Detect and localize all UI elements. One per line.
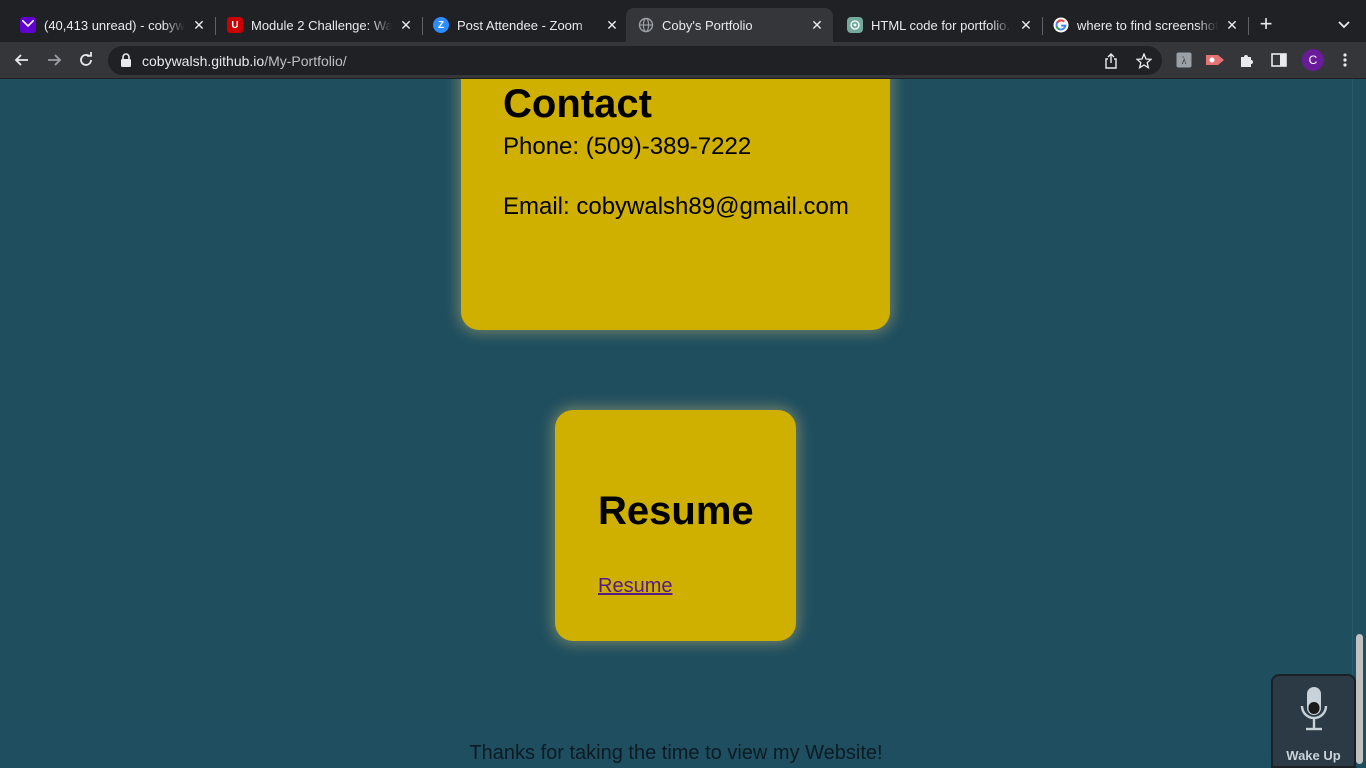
back-arrow-icon[interactable] [10,48,34,72]
chatgpt-icon [847,17,863,33]
resume-card: Resume Resume [555,410,796,641]
microphone-icon [1300,687,1328,731]
resume-link[interactable]: Resume [598,575,672,598]
reload-icon[interactable] [74,48,98,72]
contact-phone: Phone: (509)-389-7222 [503,133,752,160]
tab-yahoo-mail[interactable]: (40,413 unread) - cobywalsh89@gmail.com … [0,8,216,42]
tab-cobys-portfolio[interactable]: Coby's Portfolio ✕ [626,8,833,42]
bookmark-star-icon[interactable] [1134,51,1154,71]
url-path: /My-Portfolio/ [264,53,347,69]
new-tab-button[interactable]: + [1254,13,1278,37]
contact-email: Email: cobywalsh89@gmail.com [503,193,849,220]
resume-heading: Resume [598,489,754,533]
svg-text:λ: λ [1182,56,1187,67]
tab-title: Post Attendee - Zoom [457,17,583,33]
tab-title: HTML code for portfolio. [871,17,1010,33]
extension-record-icon[interactable] [1205,50,1225,70]
tab-search-chevron-icon[interactable] [1333,14,1355,36]
globe-icon [638,17,654,33]
contact-card: Contact Phone: (509)-389-7222 Email: cob… [461,79,890,330]
extensions-puzzle-icon[interactable] [1237,50,1257,70]
tab-title: Coby's Portfolio [662,17,753,33]
scrollbar-thumb[interactable] [1356,634,1363,764]
tab-title: Module 2 Challenge: Walkthrough [251,17,392,33]
profile-avatar[interactable]: C [1302,49,1324,71]
tab-separator [1248,17,1249,35]
tab-title: where to find screenshots [1077,17,1218,33]
url-text: cobywalsh.github.io/My-Portfolio/ [142,53,347,69]
tab-chatgpt[interactable]: HTML code for portfolio. ✕ [827,8,1043,42]
close-tab-icon[interactable]: ✕ [807,15,827,35]
page-scrollbar[interactable] [1352,79,1366,768]
forward-arrow-icon[interactable] [42,48,66,72]
tab-strip: (40,413 unread) - cobywalsh89@gmail.com … [0,0,1366,42]
chrome-menu-icon[interactable] [1335,50,1355,70]
close-tab-icon[interactable]: ✕ [189,15,209,35]
share-icon[interactable] [1101,51,1121,71]
footer-text: Thanks for taking the time to view my We… [469,742,883,764]
wake-up-label: Wake Up [1286,748,1341,763]
extension-grammar-icon[interactable]: λ [1174,50,1194,70]
yahoo-mail-icon [20,17,36,33]
url-host: cobywalsh.github.io [142,53,265,69]
wake-up-widget[interactable]: Wake Up [1271,674,1356,768]
tab-google-search[interactable]: where to find screenshots ✕ [1033,8,1249,42]
contact-heading: Contact [503,82,652,126]
side-panel-icon[interactable] [1269,50,1289,70]
tab-zoom[interactable]: Z Post Attendee - Zoom ✕ [413,8,628,42]
close-tab-icon[interactable]: ✕ [602,15,622,35]
tab-module-2[interactable]: U Module 2 Challenge: Walkthrough ✕ [207,8,423,42]
page-footer: Thanks for taking the time to view my We… [0,716,1352,768]
tab-title: (40,413 unread) - cobywalsh89@gmail.com [44,17,185,33]
browser-toolbar: cobywalsh.github.io/My-Portfolio/ λ [0,42,1366,79]
google-icon [1053,17,1069,33]
close-tab-icon[interactable]: ✕ [1222,15,1242,35]
address-bar[interactable]: cobywalsh.github.io/My-Portfolio/ [108,46,1162,75]
lock-icon[interactable] [120,53,134,67]
utah-u-icon: U [227,17,243,33]
zoom-icon: Z [433,17,449,33]
page-viewport: Contact Phone: (509)-389-7222 Email: cob… [0,79,1352,768]
